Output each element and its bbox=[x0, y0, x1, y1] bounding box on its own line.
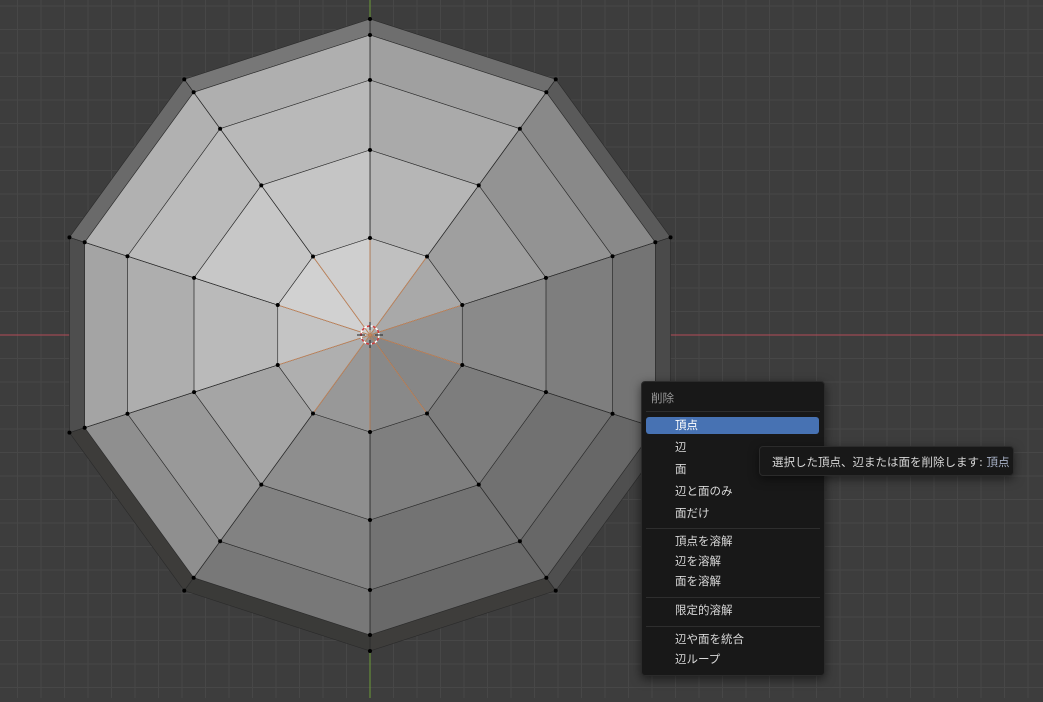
mesh-vertex bbox=[517, 539, 522, 544]
mesh-vertex bbox=[192, 275, 197, 280]
mesh-object[interactable] bbox=[68, 18, 672, 652]
mesh-vertex bbox=[182, 588, 187, 593]
mesh-vertex bbox=[310, 411, 315, 416]
menu-item-dissolve-faces[interactable]: 面を溶解 bbox=[646, 573, 819, 590]
menu-item-limited-dissolve[interactable]: 限定的溶解 bbox=[646, 602, 819, 619]
mesh-vertex bbox=[259, 482, 264, 487]
mesh-face bbox=[545, 255, 613, 415]
menu-item-edge-loops[interactable]: 辺ループ bbox=[646, 651, 819, 668]
mesh-vertex bbox=[368, 33, 372, 37]
mesh-vertex bbox=[610, 411, 615, 416]
delete-context-menu: 削除 頂点 辺 面 辺と面のみ 面だけ 頂点を溶解 辺を溶解 面を溶解 限定的溶… bbox=[641, 381, 825, 676]
mesh-vertex bbox=[182, 77, 187, 82]
mesh-vertex bbox=[553, 588, 558, 593]
mesh-vertex bbox=[425, 411, 430, 416]
3d-viewport[interactable]: 削除 頂点 辺 面 辺と面のみ 面だけ 頂点を溶解 辺を溶解 面を溶解 限定的溶… bbox=[0, 0, 1043, 698]
mesh-vertex bbox=[368, 236, 372, 240]
mesh-vertex bbox=[67, 430, 72, 435]
tooltip: 選択した頂点、辺または面を削除します: 頂点 bbox=[759, 446, 1014, 476]
menu-item-delete-vertices[interactable]: 頂点 bbox=[646, 417, 819, 434]
mesh-vertex bbox=[67, 235, 72, 240]
menu-item-collapse-edges-faces[interactable]: 辺や面を統合 bbox=[646, 631, 819, 648]
mesh-vertex bbox=[192, 390, 197, 395]
mesh-vertex bbox=[460, 303, 465, 308]
mesh-vertex bbox=[218, 126, 223, 131]
mesh-vertex bbox=[653, 240, 658, 245]
mesh-vertex bbox=[82, 425, 87, 430]
mesh-vertex bbox=[425, 254, 430, 259]
mesh-face bbox=[127, 255, 195, 415]
mesh-vertex bbox=[476, 482, 481, 487]
mesh-vertex bbox=[275, 362, 280, 367]
mesh-vertex bbox=[476, 183, 481, 188]
menu-title: 削除 bbox=[651, 391, 674, 405]
menu-item-dissolve-edges[interactable]: 辺を溶解 bbox=[646, 553, 819, 570]
mesh-vertex bbox=[125, 254, 130, 259]
mesh-vertex bbox=[553, 77, 558, 82]
mesh-vertex bbox=[368, 78, 372, 82]
mesh-vertex bbox=[368, 518, 372, 522]
mesh-vertex bbox=[368, 588, 372, 592]
menu-item-only-edges-faces[interactable]: 辺と面のみ bbox=[646, 483, 819, 500]
menu-separator bbox=[646, 597, 820, 598]
mesh-vertex bbox=[368, 148, 372, 152]
mesh-vertex bbox=[125, 411, 130, 416]
mesh-vertex bbox=[543, 275, 548, 280]
mesh-vertex bbox=[517, 126, 522, 131]
tooltip-highlight: 頂点 bbox=[986, 455, 1010, 469]
mesh-vertex bbox=[218, 539, 223, 544]
mesh-vertex bbox=[275, 303, 280, 308]
mesh-vertex bbox=[460, 362, 465, 367]
mesh-vertex bbox=[82, 240, 87, 245]
mesh-vertex bbox=[259, 183, 264, 188]
mesh-face bbox=[84, 241, 128, 429]
mesh-vertex bbox=[543, 390, 548, 395]
menu-separator bbox=[646, 528, 820, 529]
mesh-vertex bbox=[368, 430, 372, 434]
menu-item-dissolve-vertices[interactable]: 頂点を溶解 bbox=[646, 533, 819, 550]
viewport-canvas[interactable] bbox=[0, 0, 1043, 698]
mesh-vertex bbox=[668, 235, 673, 240]
mesh-vertex bbox=[368, 633, 372, 637]
mesh-vertex bbox=[310, 254, 315, 259]
mesh-vertex bbox=[368, 17, 372, 21]
menu-item-only-faces[interactable]: 面だけ bbox=[646, 505, 819, 522]
mesh-vertex bbox=[544, 575, 549, 580]
menu-separator bbox=[646, 626, 820, 627]
mesh-vertex bbox=[191, 575, 196, 580]
mesh-vertex bbox=[191, 90, 196, 95]
mesh-vertex bbox=[368, 649, 372, 653]
mesh-vertex bbox=[610, 254, 615, 259]
tooltip-text: 選択した頂点、辺または面を削除します: bbox=[772, 455, 987, 469]
menu-separator bbox=[646, 411, 820, 412]
mesh-vertex bbox=[544, 90, 549, 95]
mesh-face bbox=[69, 236, 85, 434]
